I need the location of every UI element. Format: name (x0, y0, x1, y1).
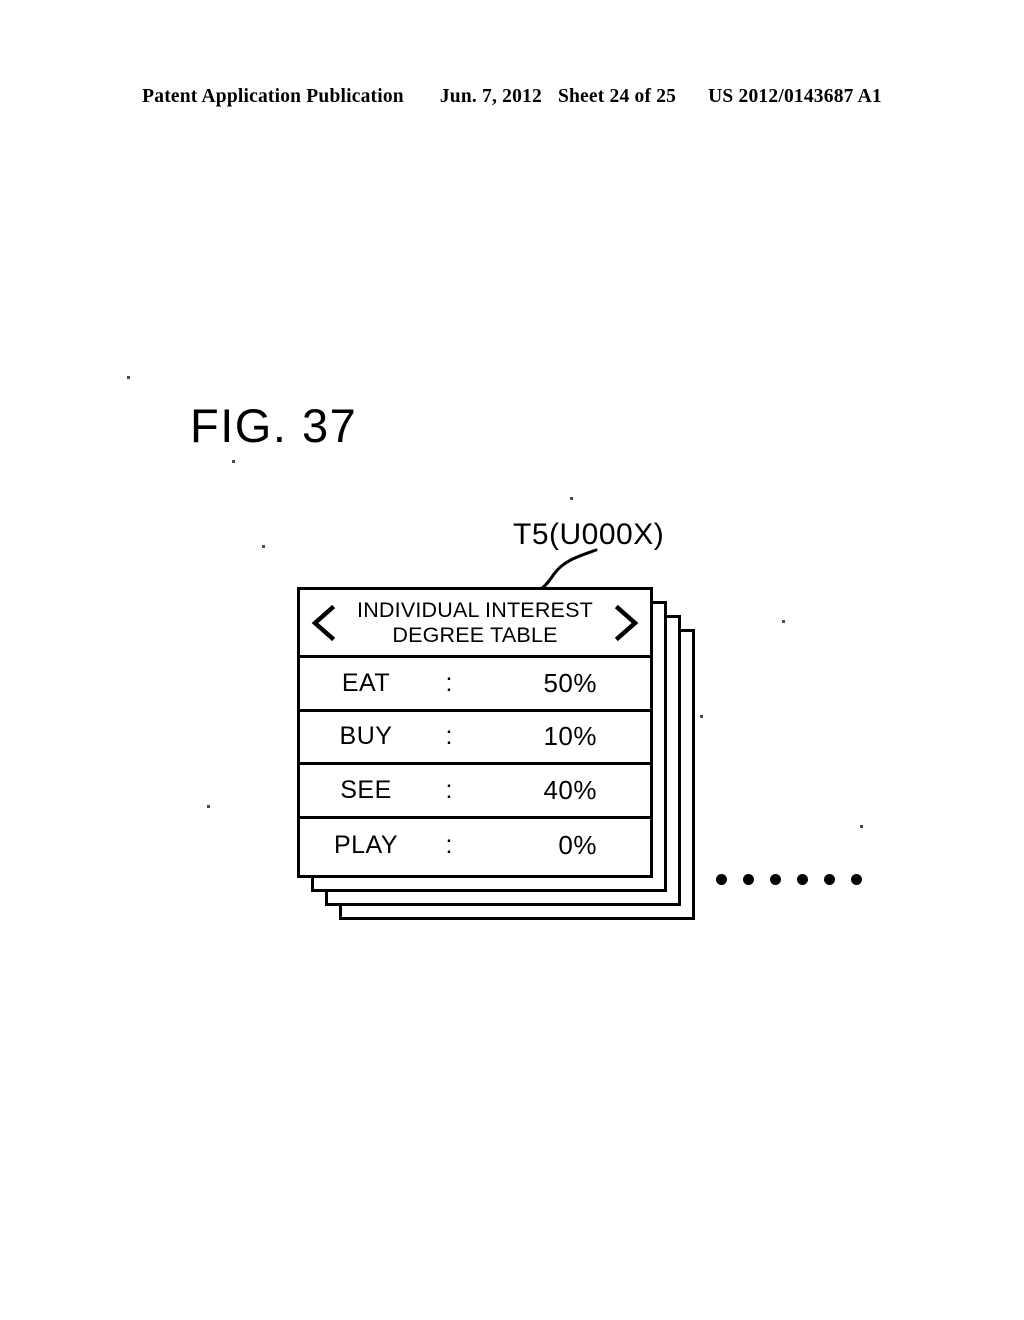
interest-degree-table-panel: INDIVIDUAL INTEREST DEGREE TABLE EAT : 5… (297, 587, 653, 878)
row-value: 40% (543, 774, 597, 805)
scan-speckle (127, 376, 130, 379)
scan-speckle (782, 620, 785, 623)
next-arrow-icon[interactable] (612, 603, 642, 643)
header-publication: Patent Application Publication (142, 86, 404, 107)
interest-rows: EAT : 50% BUY : 10% SEE : 40% PLAY : 0% (300, 658, 650, 872)
scan-speckle (207, 805, 210, 808)
page-header: Patent Application Publication Jun. 7, 20… (0, 86, 1024, 108)
figure-label: FIG. 37 (190, 399, 358, 452)
scan-speckle (232, 460, 235, 463)
panel-title-line-1: INDIVIDUAL INTEREST (357, 597, 593, 622)
row-key: BUY (339, 722, 393, 751)
row-separator: : (445, 830, 453, 859)
row-key: SEE (340, 775, 392, 804)
ellipsis-dot (743, 874, 754, 885)
header-sheet: Sheet 24 of 25 (557, 86, 677, 107)
row-value: 10% (543, 721, 597, 752)
row-separator: : (445, 775, 453, 804)
row-value: 50% (543, 667, 597, 698)
header-doc-number: US 2012/0143687 A1 (708, 86, 882, 107)
table-row: BUY : 10% (300, 712, 650, 765)
callout-label: T5(U000X) (513, 518, 665, 551)
scan-speckle (700, 715, 703, 718)
header-date: Jun. 7, 2012 (439, 86, 542, 107)
table-row: PLAY : 0% (300, 819, 650, 873)
ellipsis-dot (851, 874, 862, 885)
panel-title-line-2: DEGREE TABLE (392, 622, 558, 647)
scan-speckle (262, 545, 265, 548)
table-row: SEE : 40% (300, 765, 650, 819)
scan-speckle (570, 497, 573, 500)
row-key: EAT (341, 668, 391, 697)
row-separator: : (445, 722, 453, 751)
ellipsis-dot (797, 874, 808, 885)
row-key: PLAY (333, 830, 399, 859)
prev-arrow-icon[interactable] (308, 603, 338, 643)
ellipsis-dot (770, 874, 781, 885)
panel-title: INDIVIDUAL INTEREST DEGREE TABLE (338, 598, 612, 648)
scan-speckle (860, 825, 863, 828)
ellipsis-dot (824, 874, 835, 885)
row-value: 0% (558, 829, 597, 860)
row-separator: : (445, 668, 453, 697)
ellipsis-dot (716, 874, 727, 885)
ellipsis-dots (716, 874, 862, 885)
table-row: EAT : 50% (300, 658, 650, 712)
panel-header: INDIVIDUAL INTEREST DEGREE TABLE (300, 590, 650, 658)
